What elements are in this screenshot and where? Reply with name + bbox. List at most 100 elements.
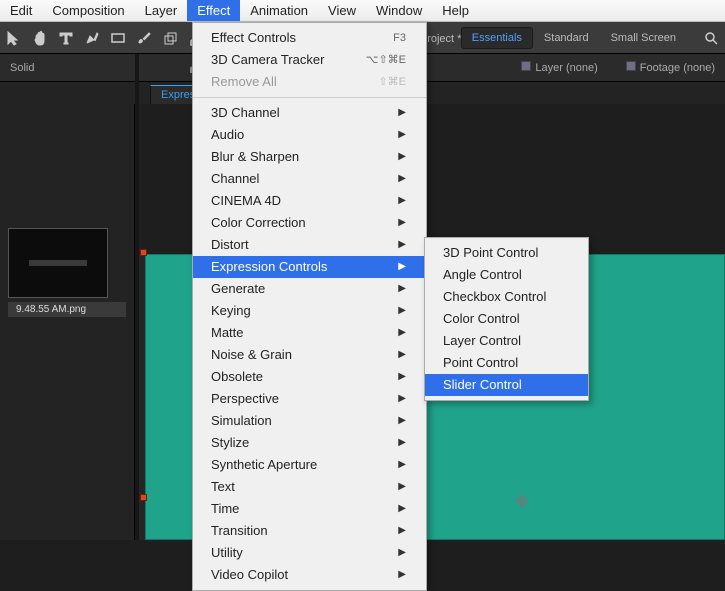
expression-controls-submenu: 3D Point Control Angle Control Checkbox … [424, 237, 589, 401]
footage-checkbox-icon[interactable] [626, 61, 636, 71]
submenu-arrow-icon: ▶ [398, 390, 406, 408]
hand-tool-icon[interactable] [32, 30, 48, 46]
menuitem-expression-controls[interactable]: Expression Controls▶ [193, 256, 426, 278]
submenuitem-slider-control[interactable]: Slider Control [425, 374, 588, 396]
menuitem-synthetic-aperture[interactable]: Synthetic Aperture▶ [193, 454, 426, 476]
selection-handle[interactable] [140, 494, 147, 501]
menuitem-noise-grain[interactable]: Noise & Grain▶ [193, 344, 426, 366]
menuitem-audio[interactable]: Audio▶ [193, 124, 426, 146]
submenu-arrow-icon: ▶ [398, 126, 406, 144]
shape-tool-icon[interactable] [110, 30, 126, 46]
menuitem-label: Blur & Sharpen [211, 148, 299, 166]
menu-layer[interactable]: Layer [135, 0, 188, 21]
menuitem-3d-channel[interactable]: 3D Channel▶ [193, 102, 426, 124]
menu-composition[interactable]: Composition [42, 0, 134, 21]
menuitem-obsolete[interactable]: Obsolete▶ [193, 366, 426, 388]
submenu-arrow-icon: ▶ [398, 456, 406, 474]
menu-effect[interactable]: Effect [187, 0, 240, 21]
footage-none-label: Footage (none) [640, 62, 715, 74]
menuitem-label: 3D Point Control [443, 244, 538, 262]
layer-checkbox-icon[interactable] [521, 61, 531, 71]
panel-divider[interactable] [135, 54, 139, 540]
menuitem-label: Angle Control [443, 266, 522, 284]
submenu-arrow-icon: ▶ [398, 104, 406, 122]
menuitem-label: Simulation [211, 412, 272, 430]
menuitem-generate[interactable]: Generate▶ [193, 278, 426, 300]
menuitem-shortcut: ⌥⇧⌘E [366, 51, 406, 69]
submenu-arrow-icon: ▶ [398, 544, 406, 562]
menubar: Edit Composition Layer Effect Animation … [0, 0, 725, 22]
menu-help[interactable]: Help [432, 0, 479, 21]
menuitem-label: Layer Control [443, 332, 521, 350]
pen-tool-icon[interactable] [84, 30, 100, 46]
selection-handle[interactable] [140, 249, 147, 256]
workspace-standard[interactable]: Standard [533, 27, 600, 49]
menu-window[interactable]: Window [366, 0, 432, 21]
menuitem-time[interactable]: Time ▶ [193, 498, 426, 520]
menuitem-text[interactable]: Text ▶ [193, 476, 426, 498]
menuitem-label: Effect Controls [211, 29, 296, 47]
submenu-arrow-icon: ▶ [398, 302, 406, 320]
menuitem-label: Obsolete [211, 368, 263, 386]
menuitem-blur-sharpen[interactable]: Blur & Sharpen ▶ [193, 146, 426, 168]
menuitem-label: Color Control [443, 310, 520, 328]
menuitem-label: Utility [211, 544, 243, 562]
layer-none-label: Layer (none) [535, 62, 597, 74]
submenuitem-color-control[interactable]: Color Control [425, 308, 588, 330]
menuitem-distort[interactable]: Distort▶ [193, 234, 426, 256]
menuitem-matte[interactable]: Matte▶ [193, 322, 426, 344]
menuitem-video-copilot[interactable]: Video Copilot▶ [193, 564, 426, 586]
asset-filename[interactable]: 9.48.55 AM.png [8, 302, 126, 317]
menuitem-utility[interactable]: Utility ▶ [193, 542, 426, 564]
menuitem-color-correction[interactable]: Color Correction▶ [193, 212, 426, 234]
submenu-arrow-icon: ▶ [398, 236, 406, 254]
menu-edit[interactable]: Edit [0, 0, 42, 21]
anchor-point-icon[interactable] [515, 494, 529, 508]
menu-view[interactable]: View [318, 0, 366, 21]
submenu-arrow-icon: ▶ [398, 148, 406, 166]
menuitem-3d-camera-tracker[interactable]: 3D Camera Tracker ⌥⇧⌘E [193, 49, 426, 71]
menuitem-label: Transition [211, 522, 268, 540]
menuitem-perspective[interactable]: Perspective ▶ [193, 388, 426, 410]
menuitem-shortcut: F3 [393, 29, 406, 47]
menuitem-label: Slider Control [443, 376, 522, 394]
submenuitem-layer-control[interactable]: Layer Control [425, 330, 588, 352]
menuitem-transition[interactable]: Transition▶ [193, 520, 426, 542]
selection-tool-icon[interactable] [6, 30, 22, 46]
menuitem-channel[interactable]: Channel▶ [193, 168, 426, 190]
menuitem-label: Text [211, 478, 235, 496]
menu-separator [193, 97, 426, 98]
menuitem-label: Time [211, 500, 239, 518]
menuitem-label: Noise & Grain [211, 346, 292, 364]
menuitem-remove-all: Remove All ⇧⌘E [193, 71, 426, 93]
menuitem-keying[interactable]: Keying▶ [193, 300, 426, 322]
workspace-tabs: Essentials Standard Small Screen [461, 27, 687, 49]
menuitem-label: Generate [211, 280, 265, 298]
menuitem-simulation[interactable]: Simulation▶ [193, 410, 426, 432]
asset-thumbnail[interactable] [8, 228, 108, 298]
submenu-arrow-icon: ▶ [398, 478, 406, 496]
submenu-arrow-icon: ▶ [398, 434, 406, 452]
submenuitem-angle-control[interactable]: Angle Control [425, 264, 588, 286]
submenuitem-checkbox-control[interactable]: Checkbox Control [425, 286, 588, 308]
clone-tool-icon[interactable] [162, 30, 178, 46]
menuitem-label: CINEMA 4D [211, 192, 281, 210]
menuitem-shortcut: ⇧⌘E [378, 73, 406, 91]
menuitem-stylize[interactable]: Stylize ▶ [193, 432, 426, 454]
type-tool-icon[interactable] [58, 30, 74, 46]
submenu-arrow-icon: ▶ [398, 214, 406, 232]
menuitem-label: Stylize [211, 434, 249, 452]
menuitem-effect-controls[interactable]: Effect Controls F3 [193, 27, 426, 49]
menuitem-cinema-4d[interactable]: CINEMA 4D▶ [193, 190, 426, 212]
submenu-arrow-icon: ▶ [398, 500, 406, 518]
workspace-essentials[interactable]: Essentials [461, 27, 533, 49]
menuitem-label: Perspective [211, 390, 279, 408]
submenu-arrow-icon: ▶ [398, 566, 406, 584]
menu-animation[interactable]: Animation [240, 0, 318, 21]
submenuitem-3d-point-control[interactable]: 3D Point Control [425, 242, 588, 264]
submenuitem-point-control[interactable]: Point Control [425, 352, 588, 374]
workspace-small[interactable]: Small Screen [600, 27, 687, 49]
brush-tool-icon[interactable] [136, 30, 152, 46]
search-icon[interactable] [703, 30, 719, 46]
menuitem-label: Checkbox Control [443, 288, 546, 306]
